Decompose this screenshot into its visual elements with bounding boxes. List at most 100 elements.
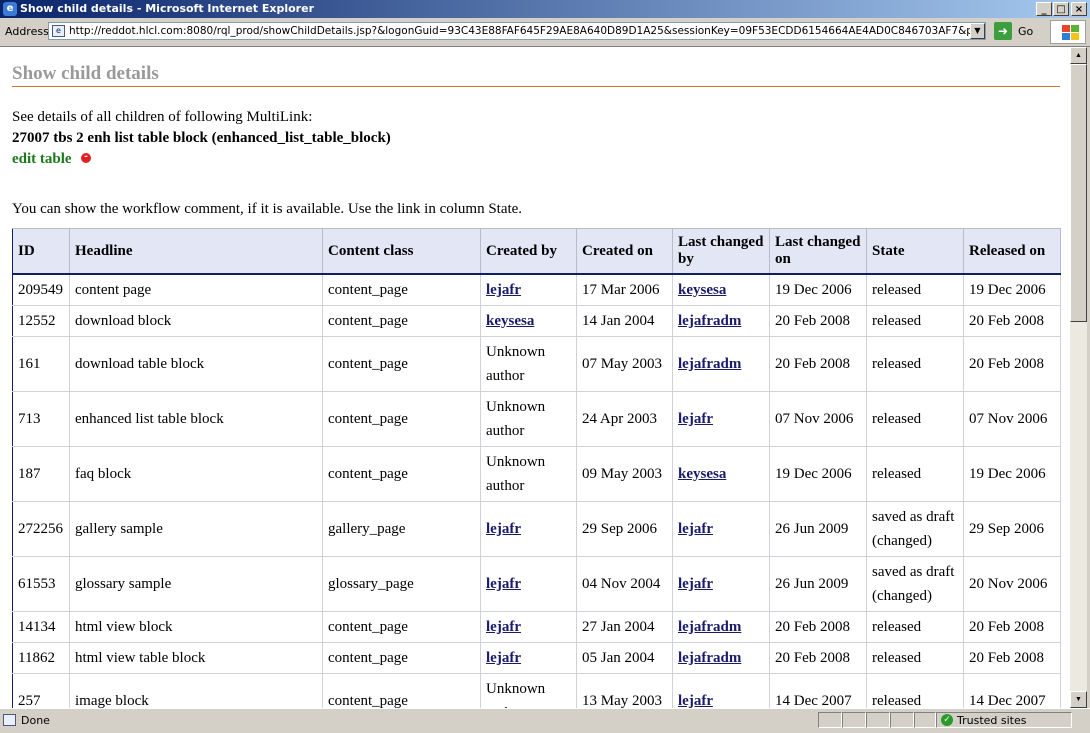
cell-headline: download table block xyxy=(69,335,323,392)
table-row: 713 enhanced list table block content_pa… xyxy=(12,390,1061,447)
cell-released-on: 07 Nov 2006 xyxy=(963,390,1061,447)
edit-table-link[interactable]: edit table xyxy=(12,151,72,168)
cell-id: 272256 xyxy=(12,500,70,557)
col-header-created-by: Created by xyxy=(480,228,577,275)
intro-text: See details of all children of following… xyxy=(12,109,313,125)
col-header-last-changed-on: Last changed on xyxy=(769,228,867,275)
cell-id: 11862 xyxy=(12,641,70,674)
last-changed-by-link[interactable]: lejafradm xyxy=(678,619,741,635)
cell-created-on: 05 Jan 2004 xyxy=(576,641,673,674)
cell-headline: faq block xyxy=(69,445,323,502)
window-titlebar: e Show child details - Microsoft Interne… xyxy=(0,0,1090,18)
created-by-link[interactable]: lejafr xyxy=(486,521,521,537)
last-changed-by-link[interactable]: lejafradm xyxy=(678,650,741,666)
remove-icon[interactable]: - xyxy=(81,153,91,163)
scroll-thumb[interactable] xyxy=(1070,64,1087,322)
status-segment xyxy=(818,712,842,728)
status-bar: Done ✓ Trusted sites xyxy=(0,708,1090,733)
address-url[interactable]: http://reddot.hlcl.com:8080/rql_prod/sho… xyxy=(69,25,985,37)
go-label: Go xyxy=(1018,25,1034,38)
maximize-button[interactable]: □ xyxy=(1053,2,1069,16)
cell-state[interactable]: released xyxy=(866,641,964,674)
last-changed-by-link[interactable]: lejafr xyxy=(678,411,713,427)
cell-id: 257 xyxy=(12,672,70,708)
cell-created-on: 24 Apr 2003 xyxy=(576,390,673,447)
close-button[interactable]: × xyxy=(1071,2,1087,16)
table-row: 272256 gallery sample gallery_page lejaf… xyxy=(12,500,1061,557)
cell-last-changed-on: 14 Dec 2007 xyxy=(769,672,867,708)
created-by-link[interactable]: lejafr xyxy=(486,282,521,298)
address-dropdown-button[interactable]: ▼ xyxy=(970,23,985,39)
table-row: 61553 glossary sample glossary_page leja… xyxy=(12,555,1061,612)
page-icon: e xyxy=(52,25,65,37)
cell-created-by: keysesa xyxy=(480,304,577,337)
created-by-link[interactable]: lejafr xyxy=(486,576,521,592)
cell-created-on: 29 Sep 2006 xyxy=(576,500,673,557)
col-header-headline: Headline xyxy=(69,228,323,275)
cell-last-changed-by: lejafr xyxy=(672,500,770,557)
col-header-content-class: Content class xyxy=(322,228,481,275)
cell-state[interactable]: released xyxy=(866,610,964,643)
cell-last-changed-on: 26 Jun 2009 xyxy=(769,555,867,612)
cell-created-by: lejafr xyxy=(480,500,577,557)
cell-state[interactable]: released xyxy=(866,672,964,708)
cell-last-changed-on: 20 Feb 2008 xyxy=(769,641,867,674)
last-changed-by-link[interactable]: lejafradm xyxy=(678,313,741,329)
cell-created-by: lejafr xyxy=(480,641,577,674)
cell-id: 209549 xyxy=(12,273,70,306)
cell-content-class: content_page xyxy=(322,610,481,643)
last-changed-by-link[interactable]: lejafr xyxy=(678,576,713,592)
address-input[interactable]: e http://reddot.hlcl.com:8080/rql_prod/s… xyxy=(48,22,986,40)
windows-flag-icon xyxy=(1050,20,1086,44)
cell-state[interactable]: saved as draft (changed) xyxy=(866,500,964,557)
go-arrow-icon: ➜ xyxy=(994,22,1012,40)
cell-last-changed-by: keysesa xyxy=(672,445,770,502)
cell-state[interactable]: released xyxy=(866,335,964,392)
created-by-link[interactable]: keysesa xyxy=(486,313,534,329)
security-zone[interactable]: ✓ Trusted sites xyxy=(936,712,1072,728)
scroll-down-button[interactable]: ▼ xyxy=(1070,691,1087,708)
cell-created-on: 09 May 2003 xyxy=(576,445,673,502)
workflow-note: You can show the workflow comment, if it… xyxy=(12,201,523,217)
cell-created-on: 14 Jan 2004 xyxy=(576,304,673,337)
created-by-link[interactable]: lejafr xyxy=(486,650,521,666)
cell-released-on: 19 Dec 2006 xyxy=(963,445,1061,502)
cell-content-class: content_page xyxy=(322,304,481,337)
cell-created-by: Unknown author xyxy=(480,390,577,447)
trusted-check-icon: ✓ xyxy=(941,714,953,726)
vertical-scrollbar[interactable]: ▲ ▼ xyxy=(1070,47,1087,708)
cell-state[interactable]: released xyxy=(866,445,964,502)
col-header-created-on: Created on xyxy=(576,228,673,275)
last-changed-by-link[interactable]: keysesa xyxy=(678,282,726,298)
cell-id: 61553 xyxy=(12,555,70,612)
go-button[interactable]: ➜ Go xyxy=(994,21,1040,41)
cell-last-changed-on: 20 Feb 2008 xyxy=(769,610,867,643)
created-by-link[interactable]: lejafr xyxy=(486,619,521,635)
cell-headline: content page xyxy=(69,273,323,306)
cell-state[interactable]: saved as draft (changed) xyxy=(866,555,964,612)
cell-headline: html view block xyxy=(69,610,323,643)
cell-state[interactable]: released xyxy=(866,390,964,447)
minimize-button[interactable]: _ xyxy=(1036,2,1052,16)
col-header-state: State xyxy=(866,228,964,275)
last-changed-by-link[interactable]: lejafr xyxy=(678,693,713,709)
status-segment xyxy=(890,712,914,728)
cell-content-class: content_page xyxy=(322,273,481,306)
cell-created-on: 27 Jan 2004 xyxy=(576,610,673,643)
cell-released-on: 20 Feb 2008 xyxy=(963,304,1061,337)
cell-headline: gallery sample xyxy=(69,500,323,557)
table-row: 209549 content page content_page lejafr … xyxy=(12,273,1061,306)
scroll-up-button[interactable]: ▲ xyxy=(1070,47,1087,64)
last-changed-by-link[interactable]: keysesa xyxy=(678,466,726,482)
cell-content-class: gallery_page xyxy=(322,500,481,557)
page-title: Show child details xyxy=(12,63,159,84)
cell-state[interactable]: released xyxy=(866,304,964,337)
cell-last-changed-on: 20 Feb 2008 xyxy=(769,335,867,392)
last-changed-by-link[interactable]: lejafr xyxy=(678,521,713,537)
title-divider xyxy=(12,86,1060,87)
multilink-name: 27007 tbs 2 enh list table block (enhanc… xyxy=(12,130,391,146)
zone-label: Trusted sites xyxy=(957,714,1027,727)
cell-state[interactable]: released xyxy=(866,273,964,306)
col-header-id: ID xyxy=(12,228,70,275)
last-changed-by-link[interactable]: lejafradm xyxy=(678,356,741,372)
